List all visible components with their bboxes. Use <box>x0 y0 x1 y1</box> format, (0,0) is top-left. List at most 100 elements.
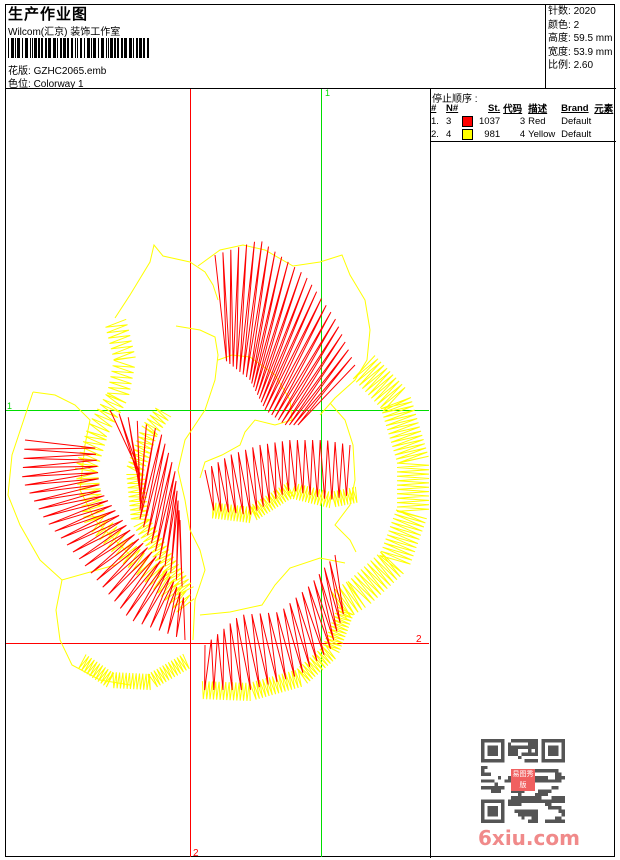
qr-module <box>558 819 562 823</box>
qr-module <box>538 775 542 780</box>
qr-module <box>524 745 529 750</box>
qr-module <box>517 796 522 800</box>
qr-module <box>507 799 512 803</box>
qr-module <box>511 752 515 756</box>
qr-module <box>561 812 565 817</box>
qr-module <box>514 799 518 803</box>
qr-module <box>548 779 552 783</box>
qr-module <box>534 739 539 743</box>
qr-module <box>491 786 495 790</box>
yellow-band-lower-left <box>78 653 190 691</box>
qr-module <box>531 796 535 800</box>
qr-module <box>514 745 518 750</box>
qr-module <box>541 775 545 780</box>
qr-module <box>544 769 549 773</box>
qr-module <box>541 769 545 773</box>
qr-module <box>497 789 502 793</box>
qr-module <box>541 779 545 783</box>
qr-module <box>544 802 549 807</box>
qr-module <box>544 792 549 797</box>
qr-module <box>551 796 555 800</box>
qr-module <box>521 812 525 817</box>
qr-module <box>544 819 549 823</box>
qr-module <box>524 796 529 800</box>
qr-module <box>558 809 562 813</box>
qr-module <box>507 745 512 750</box>
qr-module <box>484 772 488 776</box>
qr-module <box>481 772 485 776</box>
qr-module <box>517 745 522 750</box>
qr-module <box>534 749 539 753</box>
stamp-logo: 易图秀版 <box>511 769 535 791</box>
stitch-layer <box>22 241 430 702</box>
qr-module <box>521 752 525 756</box>
qr-module <box>528 796 532 800</box>
qr-module <box>544 789 549 793</box>
qr-module <box>558 796 562 800</box>
qr-module <box>554 772 559 776</box>
qr-module <box>554 806 559 810</box>
qr-module <box>507 742 512 746</box>
qr-module <box>554 799 559 803</box>
qr-module <box>531 819 535 823</box>
qr-module <box>521 809 525 813</box>
qr-module <box>521 796 525 800</box>
qr-module <box>521 816 525 820</box>
qr-module <box>528 739 532 743</box>
qr-module <box>528 819 532 823</box>
qr-module <box>481 769 485 773</box>
qr-module <box>501 786 505 790</box>
qr-module <box>548 769 552 773</box>
red-satin-middle <box>204 439 351 515</box>
qr-module <box>494 789 498 793</box>
qr-module <box>528 809 532 813</box>
qr-module <box>534 816 539 820</box>
qr-module <box>538 779 542 783</box>
qr-module <box>544 799 549 803</box>
qr-module <box>558 799 562 803</box>
red-satin-top <box>214 241 356 426</box>
qr-module <box>514 752 518 756</box>
qr-module <box>528 749 532 753</box>
qr-finder <box>487 745 498 756</box>
qr-module <box>544 775 549 780</box>
grid-marker-1-top: 1 <box>325 88 330 98</box>
qr-module <box>534 809 539 813</box>
grid-marker-1-left: 1 <box>7 401 12 411</box>
qr-module <box>534 742 539 746</box>
qr-module <box>521 799 525 803</box>
qr-module <box>534 812 539 817</box>
qr-module <box>517 739 522 743</box>
qr-module <box>558 816 562 820</box>
qr-module <box>521 739 525 743</box>
qr-module <box>524 809 529 813</box>
qr-module <box>534 745 539 750</box>
embroidery-preview: 1 1 2 2 <box>6 88 430 859</box>
qr-module <box>504 779 508 783</box>
qr-module <box>561 799 565 803</box>
qr-module <box>551 769 555 773</box>
qr-module <box>507 752 512 756</box>
grid-marker-2-bottom: 2 <box>193 848 199 859</box>
qr-module <box>534 759 539 763</box>
qr-module <box>531 809 535 813</box>
qr-module <box>497 786 502 790</box>
qr-module <box>517 755 522 760</box>
qr-module <box>481 786 485 790</box>
qr-module <box>534 819 539 823</box>
qr-module <box>554 819 559 823</box>
qr-module <box>524 799 529 803</box>
qr-module <box>551 799 555 803</box>
qr-module <box>544 779 549 783</box>
qr-module <box>534 796 539 800</box>
qr-module <box>551 806 555 810</box>
qr-module <box>514 809 518 813</box>
qr-module <box>517 799 522 803</box>
qr-module <box>531 742 535 746</box>
qr-module <box>521 745 525 750</box>
qr-module <box>548 806 552 810</box>
qr-module <box>558 806 562 810</box>
qr-module <box>528 812 532 817</box>
qr-module <box>517 809 522 813</box>
qr-module <box>554 779 559 783</box>
